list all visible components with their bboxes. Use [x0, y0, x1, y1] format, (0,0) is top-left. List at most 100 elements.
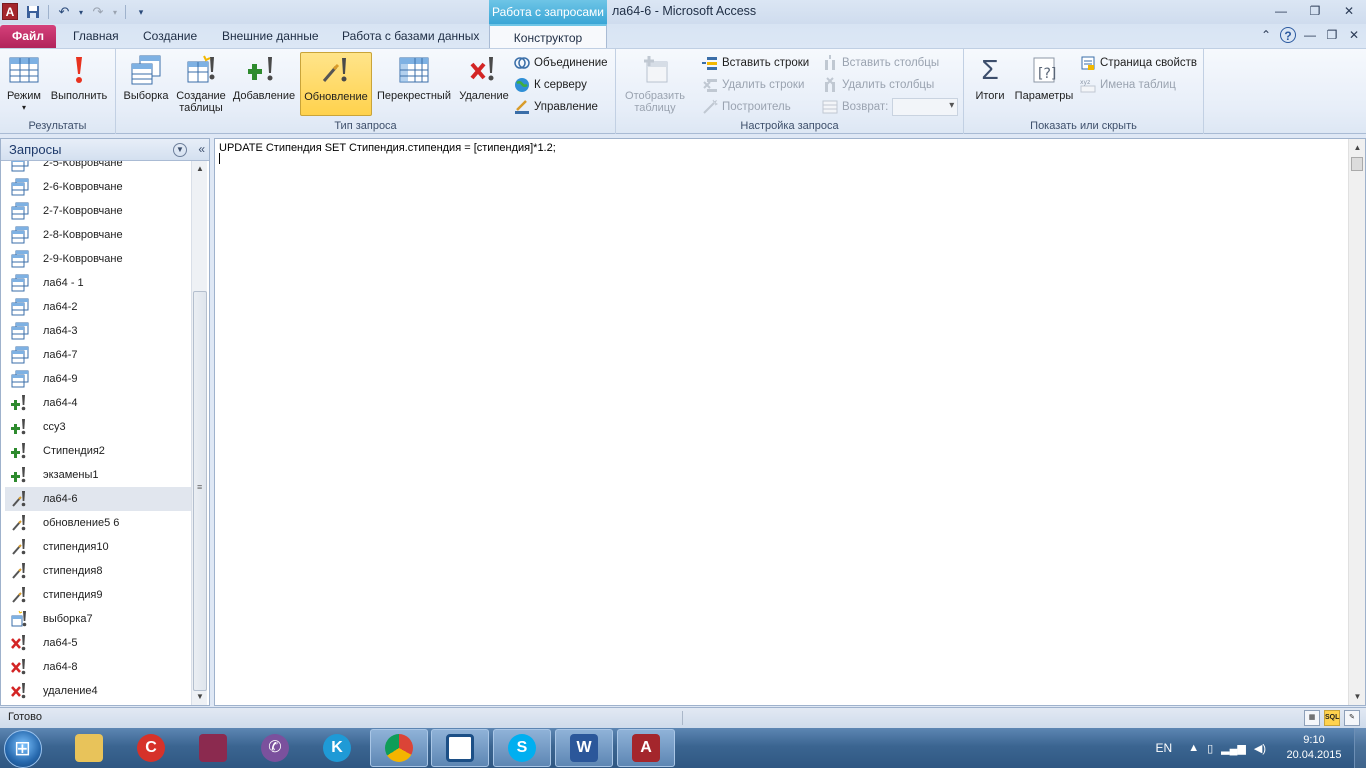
language-indicator[interactable]: EN [1156, 741, 1173, 755]
redo-dropdown-icon[interactable]: ▾ [111, 3, 119, 21]
delete-rows-button[interactable]: Удалить строки [702, 75, 804, 95]
make-table-button[interactable]: Создание таблицы [174, 52, 228, 116]
doc-restore-icon[interactable]: ❐ [1324, 27, 1340, 43]
undo-dropdown-icon[interactable]: ▾ [77, 3, 85, 21]
insert-rows-button[interactable]: Вставить строки [702, 53, 809, 73]
insert-columns-button[interactable]: Вставить столбцы [822, 53, 939, 73]
nav-item-query[interactable]: 2-5-Ковровчане [5, 161, 193, 175]
show-table-button[interactable]: Отобразить таблицу [620, 52, 690, 116]
tab-database-tools[interactable]: Работа с базами данных [336, 24, 485, 48]
minimize-ribbon-icon[interactable]: ⌃ [1258, 27, 1274, 43]
redo-icon[interactable]: ↷ [89, 3, 107, 21]
power-icon[interactable]: ▯ [1207, 742, 1213, 755]
append-query-button[interactable]: Добавление [230, 52, 298, 116]
tray-expand-icon[interactable]: ▲ [1188, 742, 1199, 754]
access-logo-icon[interactable]: A [2, 3, 18, 20]
delete-columns-button[interactable]: Удалить столбцы [822, 75, 934, 95]
nav-item-query[interactable]: удаление4 [5, 679, 193, 703]
scroll-down-icon[interactable]: ▼ [1349, 688, 1366, 705]
taskbar-explorer[interactable] [60, 729, 118, 767]
nav-item-query[interactable]: выборка7 [5, 607, 193, 631]
taskbar-word[interactable]: W [555, 729, 613, 767]
nav-item-query[interactable]: стипендия8 [5, 559, 193, 583]
pass-through-button[interactable]: К серверу [514, 75, 587, 95]
totals-button[interactable]: Σ Итоги [970, 52, 1010, 116]
mode-button[interactable]: Режим ▾ [4, 52, 44, 116]
design-view-icon[interactable]: ✎ [1344, 710, 1360, 726]
tab-home[interactable]: Главная [67, 24, 125, 48]
datasheet-view-icon[interactable]: ▦ [1304, 710, 1320, 726]
nav-item-query[interactable]: ла64 - 1 [5, 271, 193, 295]
crosstab-query-button[interactable]: Перекрестный [374, 52, 454, 116]
tab-design[interactable]: Конструктор [489, 24, 607, 48]
select-query-button[interactable]: Выборка [120, 52, 172, 116]
taskbar-chrome[interactable] [370, 729, 428, 767]
data-definition-button[interactable]: Управление [514, 97, 598, 117]
nav-item-query[interactable]: ла64-7 [5, 343, 193, 367]
doc-close-icon[interactable]: ✕ [1346, 27, 1362, 43]
scroll-down-icon[interactable]: ▼ [192, 689, 208, 705]
sql-editor[interactable]: UPDATE Стипендия SET Стипендия.стипендия… [214, 138, 1366, 706]
nav-item-query[interactable]: ла64-3 [5, 319, 193, 343]
taskbar-winrar[interactable] [184, 729, 242, 767]
help-icon[interactable]: ? [1280, 27, 1296, 43]
nav-item-query[interactable]: стипендия10 [5, 535, 193, 559]
nav-item-query[interactable]: стипендия9 [5, 583, 193, 607]
run-button[interactable]: Выполнить [46, 52, 112, 116]
tab-create[interactable]: Создание [137, 24, 203, 48]
nav-scrollbar[interactable]: ▲ ▼ [191, 161, 207, 705]
doc-minimize-icon[interactable]: — [1302, 27, 1318, 43]
nav-item-query[interactable]: ла64-9 [5, 367, 193, 391]
close-icon[interactable]: ✕ [1332, 0, 1366, 22]
table-names-button[interactable]: xyz Имена таблиц [1080, 75, 1176, 95]
taskbar-kaspersky[interactable]: K [308, 729, 366, 767]
start-button[interactable] [4, 730, 42, 768]
save-icon[interactable] [24, 3, 42, 21]
taskbar-viber[interactable]: ✆ [246, 729, 304, 767]
speaker-icon[interactable]: ◀) [1254, 742, 1266, 755]
taskbar-access[interactable]: A [617, 729, 675, 767]
update-query-button[interactable]: Обновление [300, 52, 372, 116]
nav-header[interactable]: Запросы ▼ « [1, 139, 209, 161]
taskbar-ccleaner[interactable]: C [122, 729, 180, 767]
show-desktop-button[interactable] [1354, 728, 1366, 768]
customize-qat-icon[interactable]: ▾ [132, 3, 150, 21]
nav-item-query[interactable]: ла64-8 [5, 655, 193, 679]
scroll-up-icon[interactable]: ▲ [192, 161, 208, 177]
nav-item-query[interactable]: ссу3 [5, 415, 193, 439]
nav-item-query[interactable]: 2-7-Ковровчане [5, 199, 193, 223]
sql-text[interactable]: UPDATE Стипендия SET Стипендия.стипендия… [219, 142, 556, 154]
tab-file[interactable]: Файл [0, 25, 56, 48]
editor-scrollbar[interactable]: ▲ ▼ [1348, 139, 1365, 705]
network-signal-icon[interactable]: ▂▄▆ [1221, 742, 1246, 755]
scroll-up-icon[interactable]: ▲ [1349, 139, 1366, 156]
builder-button[interactable]: Построитель [702, 97, 791, 117]
scroll-thumb[interactable] [1351, 157, 1363, 171]
nav-item-query[interactable]: обновление5 6 [5, 511, 193, 535]
nav-item-query[interactable]: ла64-4 [5, 391, 193, 415]
nav-dropdown-icon[interactable]: ▼ [173, 143, 187, 157]
undo-icon[interactable]: ↶ [55, 3, 73, 21]
clock[interactable]: 9:10 20.04.2015 [1274, 733, 1354, 763]
nav-item-query[interactable]: экзамены1 [5, 463, 193, 487]
restore-icon[interactable]: ❐ [1298, 0, 1332, 22]
nav-item-query[interactable]: 2-6-Ковровчане [5, 175, 193, 199]
nav-collapse-icon[interactable]: « [198, 142, 205, 156]
nav-item-query[interactable]: 2-8-Ковровчане [5, 223, 193, 247]
sql-view-icon[interactable]: SQL [1324, 710, 1340, 726]
tab-external-data[interactable]: Внешние данные [216, 24, 325, 48]
delete-query-button[interactable]: Удаление [456, 52, 512, 116]
property-sheet-button[interactable]: Страница свойств [1080, 53, 1197, 73]
nav-item-query[interactable]: Стипендия2 [5, 439, 193, 463]
union-query-button[interactable]: Объединение [514, 53, 608, 73]
return-combo[interactable] [892, 98, 959, 116]
nav-item-query[interactable]: ла64-2 [5, 295, 193, 319]
nav-item-query[interactable]: ла64-6 [5, 487, 193, 511]
scroll-thumb[interactable] [193, 291, 207, 691]
nav-item-query[interactable]: 2-9-Ковровчане [5, 247, 193, 271]
taskbar-window[interactable] [431, 729, 489, 767]
nav-item-query[interactable]: ла64-5 [5, 631, 193, 655]
taskbar-skype[interactable]: S [493, 729, 551, 767]
parameters-button[interactable]: [?] Параметры [1012, 52, 1076, 116]
minimize-icon[interactable]: — [1264, 0, 1298, 22]
